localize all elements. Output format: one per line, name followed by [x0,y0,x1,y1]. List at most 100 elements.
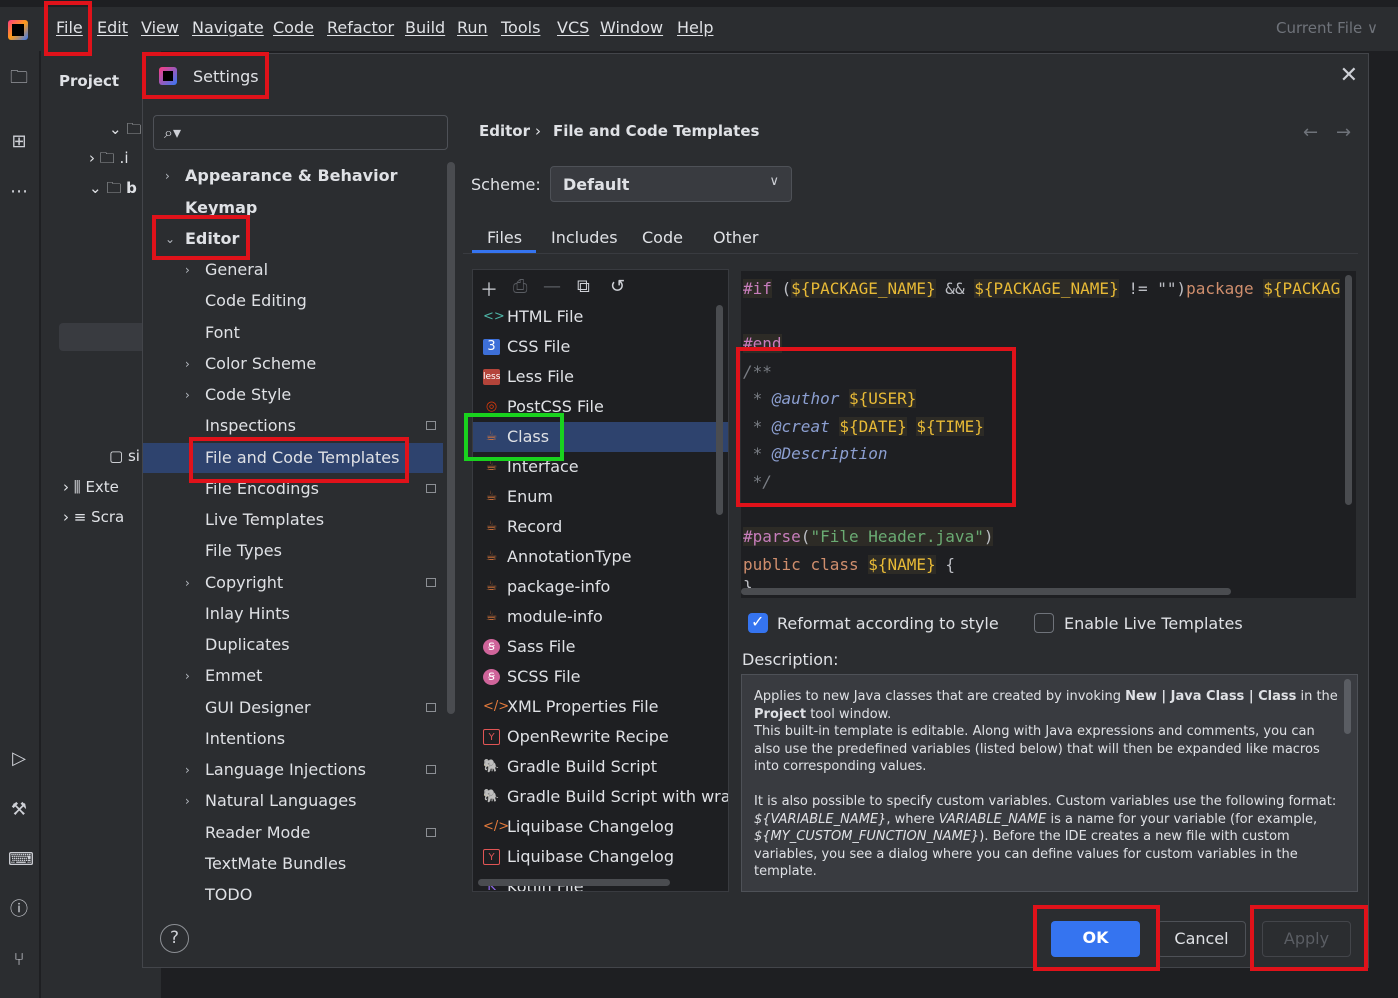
tree-item-copyright[interactable]: › Copyright [143,568,443,598]
tree-item-font[interactable]: Font [143,318,443,348]
build-hammer-icon[interactable]: ⚒ [8,799,30,821]
tab-other[interactable]: Other [713,228,758,247]
tree-item-intentions[interactable]: Intentions [143,724,443,754]
template-item[interactable]: Y OpenRewrite Recipe [473,722,728,752]
project-scope-icon [426,578,436,587]
tree-node-scratches[interactable]: › ≡ Scra [63,508,124,526]
template-item[interactable]: less Less File [473,362,728,392]
template-item[interactable]: ☕ AnnotationType [473,542,728,572]
tree-item-natural-languages[interactable]: › Natural Languages [143,786,443,816]
template-item[interactable]: ☕ Record [473,512,728,542]
menu-navigate[interactable]: Navigate [192,18,264,37]
code-editor-scrollbar[interactable] [1345,275,1352,505]
cancel-button[interactable]: Cancel [1157,921,1246,957]
more-icon[interactable]: ⋯ [8,181,30,203]
left-tool-strip: 🗀 ⊞ ⋯ ▷ ⚒ ⌨ ⓘ ⑂ [0,51,40,998]
tree-node-external-libraries[interactable]: › ⫼ Exte [63,478,119,496]
template-name: AnnotationType [507,547,632,566]
template-item[interactable]: </> Liquibase Changelog [473,812,728,842]
live-templates-checkbox[interactable] [1034,613,1054,633]
tree-item-gui-designer[interactable]: GUI Designer [143,693,443,723]
menu-view[interactable]: View [141,18,179,37]
template-item[interactable]: ☕ Enum [473,482,728,512]
tree-node[interactable]: ⌄ 🗀 b [89,178,137,203]
reformat-checkbox[interactable] [748,612,768,633]
reformat-label[interactable]: Reformat according to style [777,614,999,633]
project-panel-title[interactable]: Project [59,72,119,90]
template-item[interactable]: ꞩ Sass File [473,632,728,662]
template-list-scrollbar[interactable] [716,305,723,515]
tree-item-textmate-bundles[interactable]: TextMate Bundles [143,849,443,879]
menu-build[interactable]: Build [405,18,445,37]
folder-icon[interactable]: 🗀 [8,67,30,89]
terminal-icon[interactable]: ⌨ [8,849,34,871]
code-line-1: #if (${PACKAGE_NAME} && ${PACKAGE_NAME} … [743,279,1341,298]
tree-item-reader-mode[interactable]: Reader Mode [143,818,443,848]
menu-refactor[interactable]: Refactor [327,18,394,37]
template-item[interactable]: 🐘 Gradle Build Script with wrapp [473,782,728,812]
tree-scrollbar[interactable] [447,162,455,714]
tree-item-language-injections[interactable]: › Language Injections [143,755,443,785]
add-child-icon[interactable]: ⎙ [513,276,527,297]
menu-run[interactable]: Run [457,18,488,37]
back-arrow-icon[interactable]: ← [1303,122,1318,143]
tree-item-duplicates[interactable]: Duplicates [143,630,443,660]
services-icon[interactable]: ▷ [8,748,30,770]
tab-divider [463,253,1358,254]
tree-item-color-scheme[interactable]: › Color Scheme [143,349,443,379]
code-token: "File Header.java" [810,527,984,546]
template-item[interactable]: 3 CSS File [473,332,728,362]
tree-node[interactable]: ▢ si [109,447,140,465]
tree-item-live-templates[interactable]: Live Templates [143,505,443,535]
tree-item-inlay-hints[interactable]: Inlay Hints [143,599,443,629]
menu-tools[interactable]: Tools [501,18,540,37]
menu-code[interactable]: Code [273,18,314,37]
code-editor-hscrollbar[interactable] [741,588,1231,595]
template-item[interactable]: <> HTML File [473,302,728,332]
project-scope-icon [426,765,436,774]
copy-icon[interactable]: ⧉ [577,276,590,297]
tab-files[interactable]: Files [487,228,522,247]
live-templates-label[interactable]: Enable Live Templates [1064,614,1243,633]
template-item[interactable]: Y Liquibase Changelog [473,842,728,872]
code-token: != "") [1118,279,1187,298]
help-button[interactable]: ? [160,924,189,953]
breadcrumb-parent[interactable]: Editor [479,122,530,140]
run-config-selector[interactable]: Current File ∨ [1276,19,1378,37]
code-line-class: public class ${NAME} { [743,555,955,574]
tree-item-appearance-behavior[interactable]: › Appearance & Behavior [143,161,443,191]
description-text: This built-in template is editable. Alon… [754,724,1320,774]
template-item[interactable]: 🐘 Gradle Build Script [473,752,728,782]
menu-window[interactable]: Window [600,18,663,37]
add-icon[interactable]: ＋ [480,276,498,302]
menu-edit[interactable]: Edit [97,18,128,37]
template-list-hscrollbar[interactable] [478,879,670,886]
template-name: OpenRewrite Recipe [507,727,669,746]
project-scope-icon [426,421,436,430]
template-item[interactable]: ☕ package-info [473,572,728,602]
tab-includes[interactable]: Includes [551,228,618,247]
template-item[interactable]: </> XML Properties File [473,692,728,722]
structure-icon[interactable]: ⊞ [8,131,30,153]
description-scrollbar[interactable] [1344,679,1351,734]
tree-item-file-types[interactable]: File Types [143,536,443,566]
menu-vcs[interactable]: VCS [557,18,589,37]
tree-item-label: Code Style [205,385,292,404]
template-item[interactable]: ☕ module-info [473,602,728,632]
settings-search-input[interactable]: ⌕▾ [153,115,448,150]
remove-icon[interactable]: — [543,276,561,297]
close-icon[interactable]: ✕ [1340,63,1358,88]
tree-item-code-style[interactable]: › Code Style [143,380,443,410]
template-item[interactable]: ꞩ SCSS File [473,662,728,692]
tree-item-todo[interactable]: TODO [143,880,443,910]
tab-code[interactable]: Code [642,228,683,247]
reset-icon[interactable]: ↺ [610,276,625,297]
tree-item-emmet[interactable]: › Emmet [143,661,443,691]
tree-node[interactable]: › 🗀 .i [89,148,128,173]
menu-help[interactable]: Help [677,18,713,37]
forward-arrow-icon[interactable]: → [1336,122,1351,143]
scheme-dropdown[interactable]: Default ∨ [550,166,792,202]
git-branch-icon[interactable]: ⑂ [8,949,30,971]
tree-item-code-editing[interactable]: Code Editing [143,286,443,316]
problems-icon[interactable]: ⓘ [8,899,30,921]
